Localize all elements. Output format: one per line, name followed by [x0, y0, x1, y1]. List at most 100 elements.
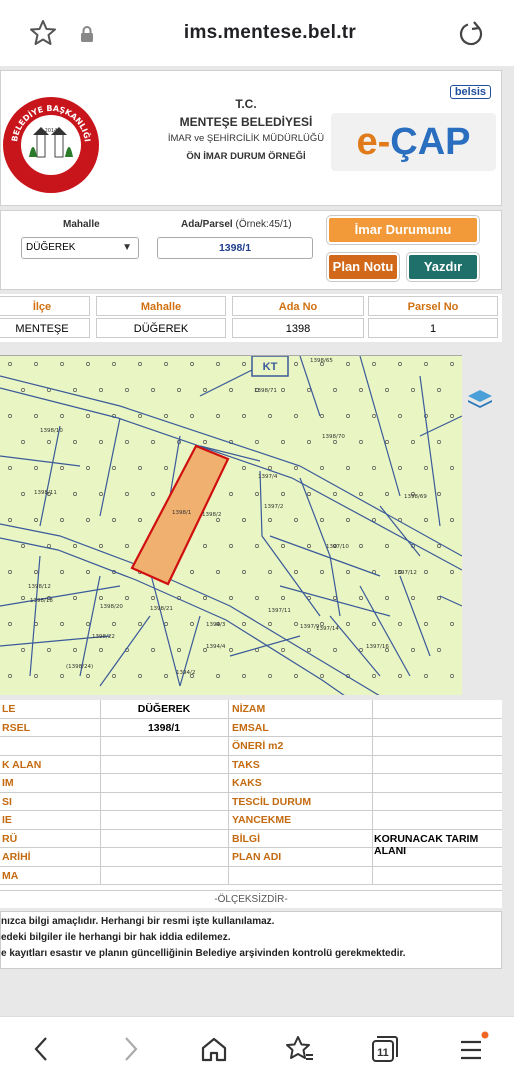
details-left-label: K ALAN — [2, 758, 42, 771]
details-row: MA — [0, 866, 502, 885]
svg-text:BELEDİYE BAŞKANLIĞI: BELEDİYE BAŞKANLIĞI — [10, 104, 93, 142]
map-canvas[interactable]: KT 1398/65 1398/71 1398/10 1398/70 1398/11 13… — [0, 356, 462, 695]
details-left-label: SI — [2, 795, 12, 808]
details-right-label: PLAN ADI — [232, 851, 282, 863]
parcel-label: 1398/18 — [30, 598, 53, 604]
lock-icon[interactable] — [79, 25, 95, 43]
note-line-2: edeki bilgiler ile herhangi bir hak iddi… — [1, 932, 231, 943]
municipality-logo: BELEDİYE BAŞKANLIĞI MENTEŞE 2014 — [3, 97, 99, 193]
details-row: RÜ BİLGİ KORUNACAK TARIM ALANI — [0, 829, 502, 857]
back-icon[interactable] — [24, 1031, 60, 1067]
details-left-label: LE — [2, 703, 16, 715]
parcel-label: 1397/4 — [258, 474, 278, 480]
ada-parsel-input[interactable]: 1398/1 — [157, 237, 313, 259]
details-row: LE DÜĞEREK NİZAM — [0, 700, 502, 719]
details-row: ÖNERİ m2 — [0, 737, 502, 756]
belsis-logo: belsis — [449, 85, 491, 99]
parcel-label: 1398/1 — [172, 510, 191, 516]
details-left-value: DÜĞEREK — [137, 703, 191, 715]
details-right-label: TAKS — [232, 758, 260, 771]
details-row: RSEL 1398/1 EMSAL — [0, 718, 502, 737]
plan-notu-button[interactable]: Plan Notu — [327, 253, 399, 281]
url-bar[interactable]: ims.mentese.bel.tr — [160, 22, 380, 44]
details-row: ARİHİ PLAN ADI — [0, 848, 502, 867]
svg-text:11: 11 — [377, 1047, 389, 1059]
parcel-label: 1398/69 — [404, 494, 427, 500]
details-right-label: YANCEKME — [232, 814, 292, 826]
details-row: IE YANCEKME — [0, 811, 502, 830]
parcel-label: 1394/3 — [206, 622, 226, 628]
parcel-label: 1394/2 — [176, 670, 195, 676]
svg-text:MENTEŞE: MENTEŞE — [30, 159, 71, 174]
parcel-label: 1398/12 — [28, 584, 51, 590]
kt-label: KT — [263, 361, 278, 373]
parcel-label: 1398/10 — [40, 428, 63, 434]
bookmark-star-icon[interactable] — [28, 18, 58, 48]
query-panel: Mahalle DÜĞEREK ▼ Ada/Parsel (Örnek:45/1… — [0, 210, 502, 290]
summary-header-ilce: İlçe — [0, 296, 90, 316]
details-row: SI TESCİL DURUM — [0, 792, 502, 811]
details-row: IM KAKS — [0, 774, 502, 793]
ecap-logo: e-ÇAP — [331, 113, 496, 171]
parcel-map[interactable]: KT 1398/65 1398/71 1398/10 1398/70 1398/11 13… — [0, 355, 462, 695]
mahalle-select-value: DÜĞEREK — [26, 242, 76, 253]
details-left-label: MA — [2, 869, 19, 882]
layers-icon[interactable] — [466, 384, 494, 412]
details-table: LE DÜĞEREK NİZAM RSEL 1398/1 EMSAL ÖNERİ m2 K A… — [0, 700, 502, 900]
yazdir-button[interactable]: Yazdır — [407, 253, 479, 281]
parcel-label: (1398/24) — [66, 664, 93, 670]
details-right-label: KAKS — [232, 777, 262, 789]
details-right-label: EMSAL — [232, 721, 269, 734]
mahalle-label: Mahalle — [63, 219, 100, 230]
parcel-label: 1398/21 — [150, 606, 173, 612]
details-left-label: IE — [2, 814, 12, 826]
parcel-label: 1398/2 — [202, 512, 221, 518]
parcel-label: 1398/70 — [322, 434, 345, 440]
summary-header-mahalle: Mahalle — [96, 296, 226, 316]
parcel-label: 1398/22 — [92, 634, 115, 640]
parcel-label: 1397/2 — [264, 504, 283, 510]
note-line-1: nızca bilgi amaçlıdır. Herhangi bir resm… — [1, 916, 275, 927]
page-content: BELEDİYE BAŞKANLIĞI MENTEŞE 2014 T.C. ME… — [0, 66, 514, 1016]
parcel-label: 1394/4 — [206, 644, 226, 650]
details-left-label: IM — [2, 777, 14, 789]
disclaimer-notes: nızca bilgi amaçlıdır. Herhangi bir resm… — [0, 911, 502, 969]
parcel-label: 1397/14 — [316, 626, 339, 632]
parcel-label: 1398/65 — [310, 358, 333, 364]
details-left-value: 1398/1 — [147, 721, 181, 734]
details-right-label: NİZAM — [232, 703, 266, 715]
summary-value-parsel: 1 — [368, 318, 498, 338]
details-left-label: ARİHİ — [2, 851, 31, 863]
parcel-label: 1398/20 — [100, 604, 123, 610]
parcel-label: 1397/10 — [326, 544, 349, 550]
browser-top-bar: ims.mentese.bel.tr — [0, 0, 514, 66]
ada-parsel-label: Ada/Parsel (Örnek:45/1) — [181, 219, 292, 230]
menu-icon[interactable] — [454, 1031, 490, 1067]
parcel-label: 1398/11 — [34, 490, 57, 496]
forward-icon[interactable] — [112, 1031, 148, 1067]
header-line-tc: T.C. — [235, 97, 257, 111]
details-left-label: RÜ — [2, 832, 18, 845]
details-right-label: BİLGİ — [232, 832, 260, 845]
summary-header-ada: Ada No — [232, 296, 364, 316]
tabs-icon[interactable]: 11 — [366, 1031, 402, 1067]
summary-header-parsel: Parsel No — [368, 296, 498, 316]
home-icon[interactable] — [196, 1031, 232, 1067]
details-row: K ALAN TAKS — [0, 755, 502, 774]
parcel-label: 1397/16 — [366, 644, 389, 650]
scale-note: -ÖLÇEKSİZDİR- — [0, 890, 502, 908]
parcel-label: 1397/11 — [268, 608, 291, 614]
summary-value-ada: 1398 — [232, 318, 364, 338]
details-right-label: ÖNERİ m2 — [232, 740, 284, 752]
summary-value-ilce: MENTEŞE — [0, 318, 90, 338]
mahalle-select[interactable]: DÜĞEREK ▼ — [21, 237, 139, 259]
sorgula-button[interactable]: İmar Durumunu Sorgula — [327, 216, 479, 261]
svg-text:2014: 2014 — [45, 128, 58, 134]
summary-table: İlçe Mahalle Ada No Parsel No MENTEŞE DÜ… — [0, 294, 502, 342]
header-panel: BELEDİYE BAŞKANLIĞI MENTEŞE 2014 T.C. ME… — [0, 70, 502, 206]
reload-icon[interactable] — [456, 19, 486, 49]
bookmarks-icon[interactable] — [282, 1031, 318, 1067]
parcel-label: 1398/71 — [254, 388, 277, 394]
parcel-label: 1397/12 — [394, 570, 417, 576]
note-line-3: e kayıtları esastır ve planın güncelliği… — [1, 948, 406, 959]
